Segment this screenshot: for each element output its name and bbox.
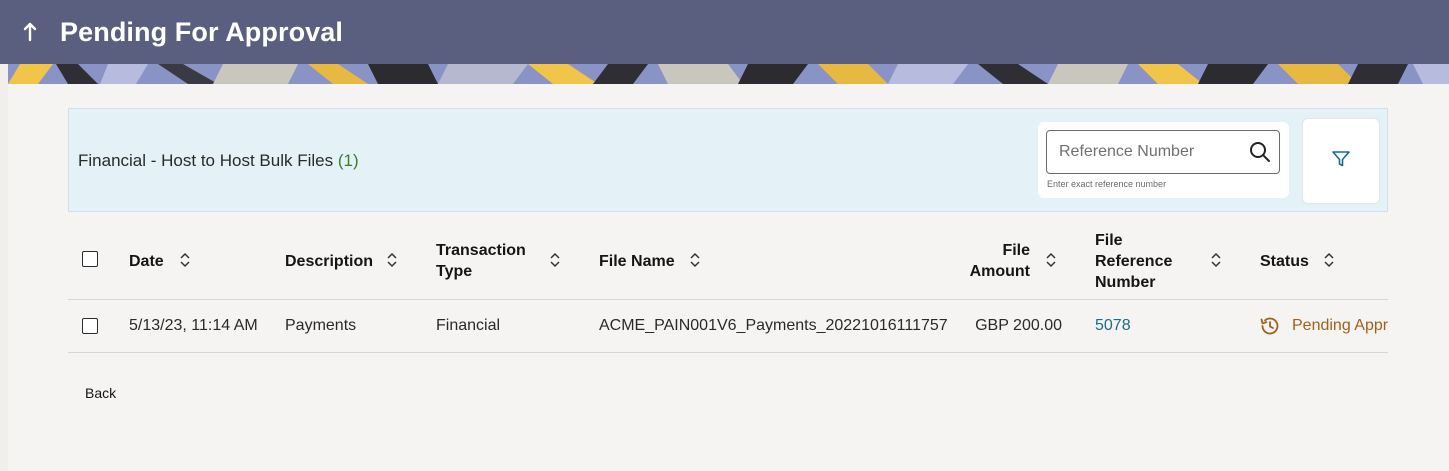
page-title: Pending For Approval — [60, 16, 344, 47]
sort-transaction-type-icon[interactable] — [548, 250, 562, 270]
sort-file-name-icon[interactable] — [688, 250, 702, 270]
column-header-file-amount: File Amount — [969, 242, 1030, 280]
list-header-panel: Financial - Host to Host Bulk Files (1) … — [68, 108, 1388, 212]
pending-files-table: Date Description Transaction Type File N… — [68, 222, 1388, 353]
decorative-banner — [8, 64, 1449, 84]
column-header-file-name: File Name — [599, 252, 675, 270]
cell-date: 5/13/23, 11:14 AM — [129, 317, 258, 334]
sort-date-icon[interactable] — [178, 250, 192, 270]
filter-button[interactable] — [1302, 118, 1380, 204]
row-select-checkbox[interactable] — [82, 318, 98, 334]
pending-history-icon — [1259, 315, 1281, 337]
column-header-transaction-type: Transaction Type — [436, 242, 526, 280]
panel-title-text: Financial - Host to Host Bulk Files — [78, 151, 334, 170]
search-card: Enter exact reference number — [1038, 122, 1289, 198]
page-header: Pending For Approval — [0, 0, 1449, 64]
status-cell: Pending Appr — [1259, 300, 1388, 352]
cell-file-amount: GBP 200.00 — [975, 317, 1062, 334]
column-header-description: Description — [285, 252, 374, 270]
record-count: (1) — [337, 151, 359, 170]
sort-status-icon[interactable] — [1322, 250, 1336, 270]
table-row: 5/13/23, 11:14 AM Payments Financial ACM… — [68, 300, 1388, 353]
cell-description: Payments — [285, 317, 357, 334]
column-header-file-reference-number: File Reference Number — [1095, 231, 1173, 291]
sort-file-reference-number-icon[interactable] — [1209, 250, 1223, 270]
select-all-checkbox[interactable] — [82, 251, 98, 267]
reference-number-search-input[interactable] — [1047, 131, 1247, 173]
sort-description-icon[interactable] — [385, 250, 399, 270]
cell-transaction-type: Financial — [436, 317, 501, 334]
filter-icon — [1331, 150, 1351, 173]
arrow-up-icon[interactable] — [0, 0, 60, 64]
sort-file-amount-icon[interactable] — [1044, 250, 1058, 270]
column-header-status: Status — [1260, 252, 1309, 270]
left-edge-strip — [0, 64, 8, 471]
status-label: Pending Appr — [1292, 317, 1388, 334]
cell-file-name: ACME_PAIN001V6_Payments_20221016111757 — [599, 317, 948, 334]
search-hint: Enter exact reference number — [1047, 179, 1167, 189]
table-header: Date Description Transaction Type File N… — [68, 222, 1388, 300]
search-box — [1046, 130, 1280, 174]
back-link[interactable]: Back — [85, 385, 116, 401]
file-reference-link[interactable]: 5078 — [1095, 300, 1131, 352]
panel-title: Financial - Host to Host Bulk Files (1) — [78, 151, 359, 171]
search-icon[interactable] — [1249, 141, 1271, 163]
